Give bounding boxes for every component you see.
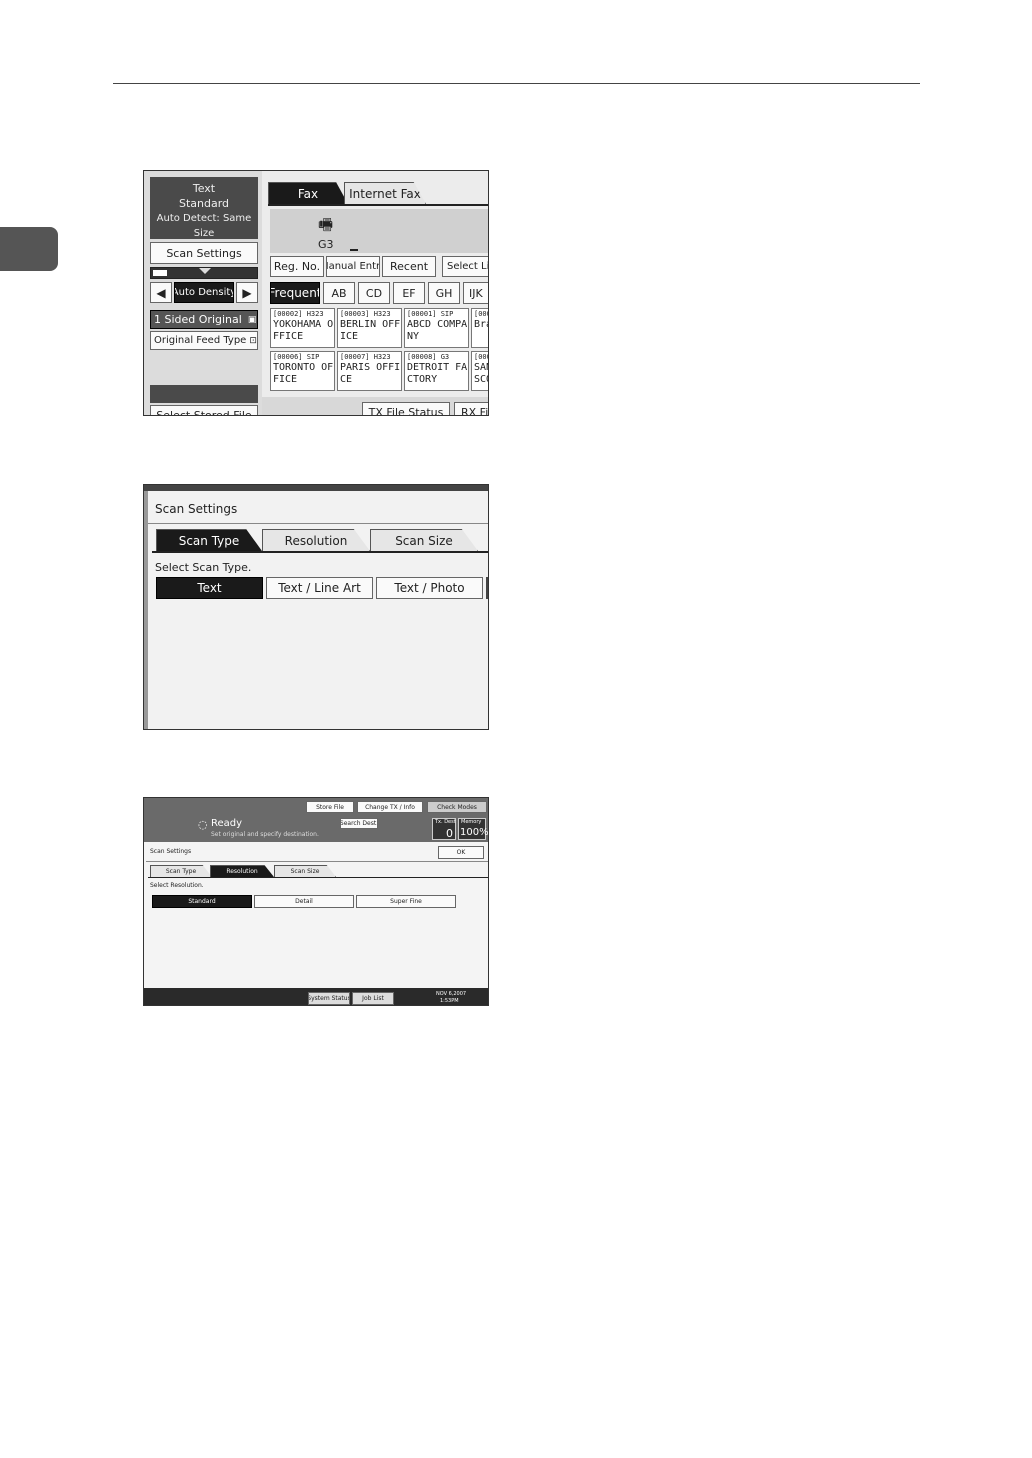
left-edge	[144, 491, 148, 729]
tx-dest-value: 0	[446, 827, 453, 840]
tab-resolution[interactable]: Resolution	[262, 529, 370, 551]
resolution-prompt: Select Resolution.	[150, 882, 204, 889]
status-subtext: Set original and specify destination.	[211, 831, 319, 838]
density-pointer-icon	[199, 268, 211, 274]
destination-key[interactable]: [00003] H323 BERLIN OFF ICE	[337, 308, 402, 348]
manual-entry-button[interactable]: Manual Entry	[326, 256, 380, 277]
text-option[interactable]: Text	[156, 577, 263, 599]
title-divider	[148, 523, 488, 524]
text-line-art-option[interactable]: Text / Line Art	[266, 577, 373, 599]
density-lighter-button[interactable]: ◀	[150, 282, 172, 303]
line-type-label: G3	[318, 238, 334, 251]
memory-label: Memory	[461, 819, 482, 825]
page-icon: ▣	[247, 314, 257, 325]
scroll-edge	[486, 577, 488, 599]
title-divider	[146, 861, 488, 862]
summary-scan-size: Auto Detect: Same Size	[156, 213, 252, 239]
tx-dest-counter: Tx. Dest 0	[432, 818, 456, 840]
change-tx-info-button[interactable]: Change TX / Info	[357, 801, 423, 813]
destination-key[interactable]: [00001] SIP ABCD COMPA NY	[404, 308, 469, 348]
reg-no-button[interactable]: Reg. No.	[270, 256, 324, 277]
standard-option[interactable]: Standard	[152, 895, 252, 908]
tab-internet-fax[interactable]: Internet Fax	[344, 182, 426, 204]
summary-resolution: Standard	[178, 197, 230, 210]
status-text: Ready	[211, 818, 243, 829]
destination-display: 🖷 G3	[270, 209, 488, 253]
page-title: Scan Settings	[150, 848, 192, 855]
header-rule	[113, 83, 920, 84]
date-readout: NOV 6,2007	[436, 991, 467, 997]
tab-underline	[268, 204, 488, 206]
tab-underline	[148, 877, 488, 878]
select-stored-file-button[interactable]: Select Stored File	[150, 405, 258, 415]
tab-underline	[152, 551, 488, 553]
tab-scan-size[interactable]: Scan Size	[274, 865, 336, 877]
memory-value: 100%	[460, 827, 489, 838]
scan-type-prompt: Select Scan Type.	[155, 561, 252, 574]
right-arrow-icon: ▶	[242, 285, 252, 300]
job-list-button[interactable]: Job List	[352, 992, 394, 1005]
store-file-button[interactable]: Store File	[306, 801, 354, 813]
select-line-button[interactable]: Select Line	[442, 256, 488, 277]
feed-type-button[interactable]: Original Feed Type ⊡	[150, 331, 258, 350]
feed-icon: ⊡	[249, 335, 257, 346]
super-fine-option[interactable]: Super Fine	[356, 895, 456, 908]
tab-resolution[interactable]: Resolution	[210, 865, 274, 877]
density-level	[153, 270, 167, 276]
page-title: Scan Settings	[155, 502, 238, 516]
density-scale	[150, 267, 258, 279]
index-ijk[interactable]: IJK	[463, 282, 488, 304]
index-cd[interactable]: CD	[358, 282, 390, 304]
ok-button[interactable]: OK	[438, 846, 484, 859]
destination-key[interactable]: [0000Bra	[471, 308, 488, 348]
rx-file-button[interactable]: RX File	[454, 402, 488, 415]
system-status-button[interactable]: System Status	[308, 992, 350, 1005]
scan-settings-button[interactable]: Scan Settings	[150, 242, 258, 264]
auto-density-button[interactable]: Auto Density	[174, 282, 234, 303]
tab-scan-type[interactable]: Scan Type	[150, 865, 212, 877]
density-darker-button[interactable]: ▶	[236, 282, 258, 303]
check-modes-button[interactable]: Check Modes	[427, 801, 487, 813]
tab-scan-type[interactable]: Scan Type	[156, 529, 262, 551]
index-ef[interactable]: EF	[393, 282, 425, 304]
summary-scan-type: Text	[192, 182, 216, 195]
resolution-screen: Store File Change TX / Info Check Modes …	[143, 797, 489, 1006]
ready-icon: ◌	[198, 818, 208, 831]
destination-key[interactable]: [00006] SIP TORONTO OF FICE	[270, 351, 335, 391]
tab-fax[interactable]: Fax	[268, 182, 348, 204]
recent-button[interactable]: Recent	[382, 256, 436, 277]
text-photo-option[interactable]: Text / Photo	[376, 577, 483, 599]
destination-key[interactable]: [0000SAN SCO	[471, 351, 488, 391]
settings-summary: Text Standard Auto Detect: Same Size	[150, 177, 258, 239]
chapter-tab	[0, 227, 58, 271]
left-arrow-icon: ◀	[156, 285, 166, 300]
detail-option[interactable]: Detail	[254, 895, 354, 908]
tx-dest-label: Tx. Dest	[435, 819, 456, 825]
index-frequent[interactable]: Frequent	[270, 282, 320, 304]
tab-scan-size[interactable]: Scan Size	[370, 529, 478, 551]
destination-key[interactable]: [00008] G3 DETROIT FA CTORY	[404, 351, 469, 391]
top-strip	[144, 485, 488, 491]
index-gh[interactable]: GH	[428, 282, 460, 304]
fax-main-screen: Text Standard Auto Detect: Same Size Sca…	[143, 170, 489, 416]
time-readout: 1:53PM	[440, 998, 459, 1004]
destination-key[interactable]: [00007] H323 PARIS OFFI CE	[337, 351, 402, 391]
search-dest-button[interactable]: Search Dest.	[340, 818, 378, 829]
destination-key[interactable]: [00002] H323 YOKOHAMA O FFICE	[270, 308, 335, 348]
index-ab[interactable]: AB	[323, 282, 355, 304]
sided-original-button[interactable]: 1 Sided Original ▣	[150, 310, 258, 329]
scan-type-screen: Scan Settings Scan Type Resolution Scan …	[143, 484, 489, 730]
fax-machine-icon: 🖷	[318, 215, 334, 234]
tx-file-status-button[interactable]: TX File Status	[362, 402, 450, 415]
cursor	[350, 249, 358, 251]
blank-bar	[150, 385, 258, 403]
memory-indicator: Memory 100%	[458, 818, 489, 840]
